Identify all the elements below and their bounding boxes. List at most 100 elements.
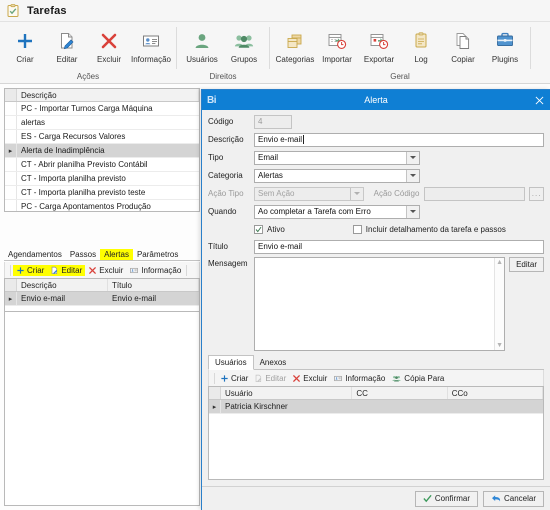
confirmar-button[interactable]: Confirmar <box>414 490 478 507</box>
scroll-up-icon[interactable]: ▲ <box>496 259 503 266</box>
detail-button-label: Criar <box>27 265 45 275</box>
page-title: Tarefas <box>27 4 67 17</box>
tipo-value: Email <box>258 153 279 162</box>
toolbar-separator <box>214 372 215 384</box>
ribbon-button-label: Editar <box>56 55 78 64</box>
field-row-mensagem: Mensagem ▲ ▼ Editar <box>208 257 544 351</box>
task-grid[interactable]: Descrição PC - Importar Turnos Carga Máq… <box>4 88 200 212</box>
detail-button-editar[interactable]: Editar <box>47 264 86 276</box>
row-indicator: ▸ <box>5 292 17 305</box>
detail-button-excluir[interactable]: Excluir <box>85 265 126 276</box>
categoria-combo[interactable]: Alertas <box>254 168 420 183</box>
detail-button-informacao[interactable]: Informação <box>126 265 184 276</box>
users-group-icon <box>234 29 254 53</box>
ribbon-button-importar[interactable]: Importar <box>316 26 358 64</box>
field-row-quando: Quando Ao completar a Tarefa com Erro <box>208 204 544 219</box>
ribbon-button-exportar[interactable]: Exportar <box>358 26 400 64</box>
ativo-checkbox[interactable] <box>254 224 263 234</box>
users-button-copia-para[interactable]: Cópia Para <box>388 373 447 384</box>
tab-parametros[interactable]: Parâmetros <box>133 249 182 260</box>
users-button-informacao[interactable]: Informação <box>330 373 388 384</box>
quando-combo[interactable]: Ao completar a Tarefa com Erro <box>254 204 420 219</box>
table-row[interactable]: CT - Importa planilha previsto teste <box>5 186 199 200</box>
tipo-combo[interactable]: Email <box>254 150 420 165</box>
detail-button-criar[interactable]: Criar <box>13 264 48 276</box>
ribbon-button-label: Log <box>414 55 428 64</box>
close-icon[interactable] <box>532 93 546 107</box>
table-row[interactable]: PC - Carga Apontamentos Produção <box>5 200 199 211</box>
tab-alertas[interactable]: Alertas <box>100 249 133 260</box>
label-mensagem: Mensagem <box>208 259 248 268</box>
dialog-title-bar: Bi Alerta <box>202 90 550 110</box>
dialog-body: Código 4 Descrição Envio e-mail Tipo Ema… <box>202 110 550 480</box>
check-icon <box>423 494 432 503</box>
table-row[interactable]: CT - Abrir planilha Previsto Contábil <box>5 158 199 172</box>
row-indicator: ▸ <box>5 144 17 157</box>
ribbon-button-log[interactable]: Log <box>400 26 442 64</box>
tab-anexos[interactable]: Anexos <box>254 356 293 369</box>
ribbon-button-copiar[interactable]: Copiar <box>442 26 484 64</box>
column-header-cc[interactable]: CC <box>352 387 448 399</box>
ribbon-button-criar[interactable]: Criar <box>4 26 46 64</box>
table-row[interactable]: PC - Importar Turnos Carga Máquina <box>5 102 199 116</box>
ribbon-button-plugins[interactable]: Plugins <box>484 26 526 64</box>
table-row[interactable]: ES - Carga Recursos Valores <box>5 130 199 144</box>
column-header-descricao[interactable]: Descrição <box>17 89 199 101</box>
chevron-down-icon[interactable] <box>406 151 419 164</box>
ribbon-button-grupos[interactable]: Grupos <box>223 26 265 64</box>
descricao-field[interactable]: Envio e-mail <box>254 132 544 147</box>
mensagem-editar-button[interactable]: Editar <box>509 257 544 272</box>
cell-descricao: CT - Abrir planilha Previsto Contábil <box>21 160 148 169</box>
table-row-selected[interactable]: ▸ Patricia Kirschner <box>209 400 543 414</box>
mensagem-scrollbar[interactable]: ▲ ▼ <box>494 258 505 350</box>
users-button-label: Excluir <box>303 373 328 383</box>
boxes-icon <box>285 29 305 53</box>
toolbar-separator <box>186 264 188 276</box>
table-row[interactable]: alertas <box>5 116 199 130</box>
ribbon-button-editar[interactable]: Editar <box>46 26 88 64</box>
users-button-excluir[interactable]: Excluir <box>289 373 330 384</box>
tab-agendamentos[interactable]: Agendamentos <box>4 249 66 260</box>
table-row-selected[interactable]: ▸ Envio e-mail Envio e-mail <box>5 292 199 306</box>
chevron-down-icon[interactable] <box>406 169 419 182</box>
field-row-codigo: Código 4 <box>208 114 544 129</box>
users-group-icon <box>391 374 402 383</box>
ribbon-button-excluir[interactable]: Excluir <box>88 26 130 64</box>
tab-passos[interactable]: Passos <box>66 249 100 260</box>
cancelar-label: Cancelar <box>503 494 536 503</box>
cell-descricao: Envio e-mail <box>21 294 66 303</box>
column-header-descricao[interactable]: Descrição <box>17 279 108 291</box>
acao-codigo-browse-button[interactable]: ... <box>529 186 544 201</box>
incluir-detalhamento-checkbox[interactable] <box>352 224 362 234</box>
mensagem-textarea[interactable]: ▲ ▼ <box>254 257 506 351</box>
label-tipo: Tipo <box>208 153 224 162</box>
tab-usuarios[interactable]: Usuários <box>208 355 254 370</box>
ribbon-button-categorias[interactable]: Categorias <box>274 26 316 64</box>
table-row-selected[interactable]: ▸ Alerta de Inadimplência <box>5 144 199 158</box>
back-arrow-icon <box>491 494 501 503</box>
cancelar-button[interactable]: Cancelar <box>482 490 544 507</box>
label-acao-codigo: Ação Código <box>373 189 420 198</box>
alert-grid[interactable]: Descrição Título ▸ Envio e-mail Envio e-… <box>4 278 200 312</box>
column-header-titulo[interactable]: Título <box>108 279 199 291</box>
quando-value: Ao completar a Tarefa com Erro <box>258 207 371 216</box>
acao-tipo-combo: Sem Ação <box>254 186 364 201</box>
label-acao-tipo: Ação Tipo <box>208 189 244 198</box>
column-header-usuario[interactable]: Usuário <box>221 387 353 399</box>
chevron-down-icon <box>349 187 363 200</box>
column-header-cco[interactable]: CCo <box>448 387 543 399</box>
ribbon-button-usuarios[interactable]: Usuários <box>181 26 223 64</box>
titulo-field[interactable]: Envio e-mail <box>254 239 544 254</box>
briefcase-icon <box>495 29 515 53</box>
ribbon-button-label: Categorias <box>275 55 315 64</box>
detail-button-label: Informação <box>141 265 182 275</box>
bi-logo: Bi <box>207 94 217 106</box>
ribbon-toolbar: Criar Editar Excluir Informação Ações Us… <box>0 22 550 84</box>
table-row[interactable]: CT - Importa planilha previsto <box>5 172 199 186</box>
chevron-down-icon[interactable] <box>406 205 419 218</box>
users-grid[interactable]: Usuário CC CCo ▸ Patricia Kirschner <box>208 386 544 480</box>
scroll-down-icon[interactable]: ▼ <box>496 342 503 349</box>
ribbon-button-informacao[interactable]: Informação <box>130 26 172 64</box>
users-button-criar[interactable]: Criar <box>217 373 251 384</box>
user-icon <box>192 29 212 53</box>
